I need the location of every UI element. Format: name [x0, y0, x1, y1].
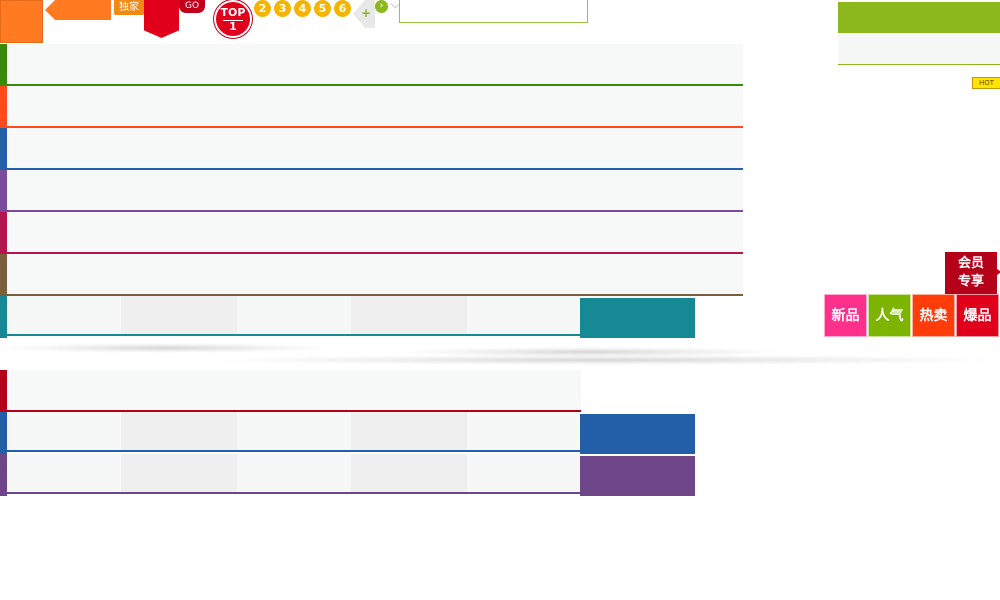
tab-cell[interactable]: [351, 296, 467, 336]
tab-cell[interactable]: [7, 454, 121, 494]
member-line-2: 专享: [957, 274, 984, 289]
exclusive-tag: 独家: [114, 0, 144, 15]
search-input[interactable]: [399, 0, 588, 23]
tab-row-blue: [0, 412, 695, 454]
tab-cell[interactable]: [7, 412, 121, 452]
tab-cell[interactable]: [121, 412, 237, 452]
page-number-3[interactable]: 3: [274, 0, 291, 17]
tab-cell[interactable]: [467, 454, 580, 494]
member-line-1: 会员: [957, 256, 984, 271]
category-row-brown[interactable]: [0, 254, 743, 296]
page-number-6[interactable]: 6: [334, 0, 351, 17]
category-row-purple[interactable]: [0, 170, 743, 212]
category-row-orange[interactable]: [0, 86, 743, 128]
red-ribbon-flag: [144, 0, 179, 38]
tab-cell-active[interactable]: [580, 298, 695, 338]
shadow-divider: [0, 343, 330, 353]
category-row-blue[interactable]: [0, 128, 743, 170]
popular-label[interactable]: 人气: [868, 294, 911, 337]
page-number-2[interactable]: 2: [254, 0, 271, 17]
member-badge-arrow-icon: [996, 268, 1000, 276]
shadow-divider: [400, 347, 780, 357]
best-seller-label[interactable]: 爆品: [956, 294, 999, 337]
category-row-magenta[interactable]: [0, 212, 743, 254]
hot-sale-label[interactable]: 热卖: [912, 294, 955, 337]
page-number-5[interactable]: 5: [314, 0, 331, 17]
category-row-red[interactable]: [0, 370, 581, 412]
tab-cell[interactable]: [351, 454, 467, 494]
grey-panel: [838, 33, 1000, 65]
tab-row-teal: [0, 296, 695, 338]
top-one-badge: TOP 1: [214, 0, 252, 38]
page-number-4[interactable]: 4: [294, 0, 311, 17]
tab-cell[interactable]: [467, 296, 580, 336]
tab-cell[interactable]: [121, 296, 237, 336]
orange-square-block: [0, 0, 43, 43]
tab-cell[interactable]: [237, 412, 351, 452]
chevron-right-icon[interactable]: ›: [375, 0, 388, 13]
green-header-bar: [838, 0, 1000, 33]
orange-arrow-tag: [45, 0, 111, 20]
go-button[interactable]: GO: [179, 0, 205, 13]
tab-cell[interactable]: [7, 296, 121, 336]
tab-cell[interactable]: [237, 454, 351, 494]
tab-cell[interactable]: [237, 296, 351, 336]
plus-icon: +: [361, 6, 372, 20]
tab-cell-active[interactable]: [580, 456, 695, 496]
member-exclusive-badge[interactable]: 会员 专享: [945, 252, 997, 294]
category-row-green[interactable]: [0, 44, 743, 86]
tab-row-purple: [0, 454, 695, 496]
tab-cell[interactable]: [121, 454, 237, 494]
top-number: 1: [223, 20, 243, 33]
new-products-label[interactable]: 新品: [824, 294, 867, 337]
hot-badge: HOT: [972, 77, 1000, 89]
top-label: TOP: [220, 6, 246, 19]
tab-cell[interactable]: [467, 412, 580, 452]
tab-cell[interactable]: [351, 412, 467, 452]
tab-cell-active[interactable]: [580, 414, 695, 454]
